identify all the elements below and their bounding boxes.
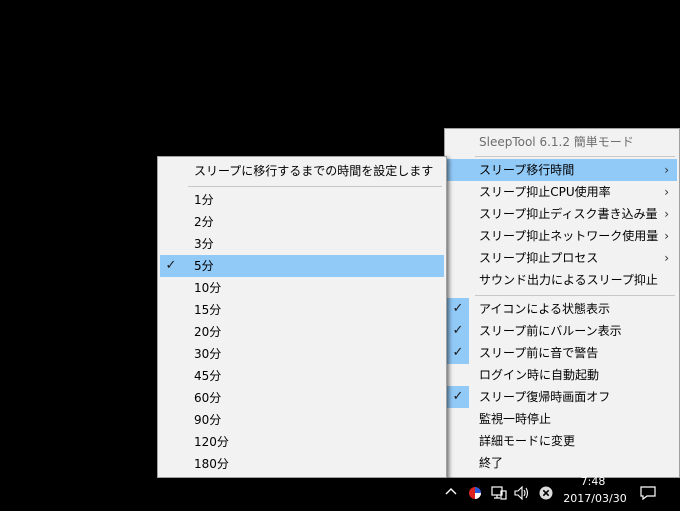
menu-item[interactable]: ログイン時に自動起動 [447,364,677,386]
menu-header-version: SleepTool 6.1.2 簡単モード [479,135,634,149]
menu-item[interactable]: ✓ スリープ前にバルーン表示 [447,320,677,342]
submenu-item[interactable]: 60分 [160,387,444,409]
submenu-item[interactable]: 180分 [160,453,444,475]
submenu-item-label: 1分 [194,193,214,207]
submenu-item-label: 120分 [194,435,229,449]
clock-time[interactable]: 7:48 [568,476,618,488]
submenu-item-label: 3分 [194,237,214,251]
menu-item-label: 監視一時停止 [479,412,552,426]
submenu-item[interactable]: 120分 [160,431,444,453]
check-icon: ✓ [447,342,469,364]
submenu-item[interactable]: 3分 [160,233,444,255]
sleeptool-context-menu: SleepTool 6.1.2 簡単モード スリープ移行時間 › スリープ抑止CPU… [444,128,680,478]
submenu-item[interactable]: 90分 [160,409,444,431]
chevron-right-icon: › [664,185,669,199]
menu-item[interactable]: ✓ アイコンによる状態表示 [447,298,677,320]
check-icon: ✓ [447,320,469,342]
menu-item-label: スリープ移行時間 [479,163,575,177]
submenu-item-label: 90分 [194,413,222,427]
volume-icon[interactable] [512,478,532,510]
menu-item[interactable]: 監視一時停止 [447,408,677,430]
menu-item[interactable]: スリープ移行時間 › [447,159,677,181]
menu-separator [475,295,675,296]
chevron-up-icon[interactable] [441,478,461,510]
check-icon: ✓ [165,258,177,273]
menu-item[interactable]: スリープ抑止ディスク書き込み量 › [447,203,677,225]
submenu-header: スリープに移行するまでの時間を設定します [194,164,434,178]
submenu-item[interactable]: 1分 [160,189,444,211]
clock-date[interactable]: 2017/03/30 [560,492,630,506]
chevron-right-icon: › [664,251,669,265]
submenu-item-label: 30分 [194,347,222,361]
menu-item[interactable]: ✓ スリープ復帰時画面オフ [447,386,677,408]
menu-item[interactable]: サウンド出力によるスリープ抑止 [447,269,677,291]
submenu-item[interactable]: 15分 [160,299,444,321]
submenu-item[interactable]: 2分 [160,211,444,233]
chevron-right-icon: › [664,229,669,243]
submenu-item-label: 2分 [194,215,214,229]
menu-item-label: スリープ抑止ディスク書き込み量 [479,207,658,221]
submenu-item-label: 5分 [194,259,214,273]
error-icon[interactable] [536,478,556,510]
menu-item[interactable]: スリープ抑止プロセス › [447,247,677,269]
submenu-item[interactable]: 45分 [160,365,444,387]
submenu-item[interactable]: 30分 [160,343,444,365]
submenu-item-label: 45分 [194,369,222,383]
menu-item[interactable]: スリープ抑止CPU使用率 › [447,181,677,203]
network-icon[interactable] [489,478,509,510]
sleep-time-submenu: スリープに移行するまでの時間を設定します 1分 2分 3分 ✓ 5分 10分 15分 20分 3… [157,156,447,478]
menu-item[interactable]: ✓ スリープ前に音で警告 [447,342,677,364]
submenu-item-label: 60分 [194,391,222,405]
check-icon: ✓ [447,298,469,320]
menu-item-label: サウンド出力によるスリープ抑止 [479,273,658,287]
submenu-item-label: 20分 [194,325,222,339]
chevron-right-icon: › [664,207,669,221]
submenu-item[interactable]: 10分 [160,277,444,299]
menu-item[interactable]: 詳細モードに変更 [447,430,677,452]
submenu-item-label: 180分 [194,457,229,471]
menu-item-label: スリープ抑止CPU使用率 [479,185,611,199]
menu-item[interactable]: スリープ抑止ネットワーク使用量 › [447,225,677,247]
submenu-item-label: 10分 [194,281,222,295]
menu-item[interactable]: 終了 [447,452,677,474]
menu-separator [475,156,675,157]
menu-separator [188,186,442,187]
menu-item-label: スリープ抑止プロセス [479,251,599,265]
chevron-right-icon: › [664,163,669,177]
check-icon: ✓ [447,386,469,408]
menu-item-label: スリープ復帰時画面オフ [479,390,611,404]
menu-item-label: アイコンによる状態表示 [479,302,611,316]
sleeptool-icon[interactable] [465,478,485,510]
menu-item-label: スリープ前に音で警告 [479,346,599,360]
notification-icon[interactable] [636,478,660,510]
submenu-item[interactable]: ✓ 5分 [160,255,444,277]
menu-item-label: ログイン時に自動起動 [479,368,600,382]
submenu-item[interactable]: 20分 [160,321,444,343]
menu-item-label: スリープ前にバルーン表示 [479,324,622,338]
submenu-item-label: 15分 [194,303,222,317]
menu-item-label: 詳細モードに変更 [479,434,576,448]
menu-item-label: スリープ抑止ネットワーク使用量 [479,229,659,243]
menu-item-label: 終了 [479,456,504,470]
